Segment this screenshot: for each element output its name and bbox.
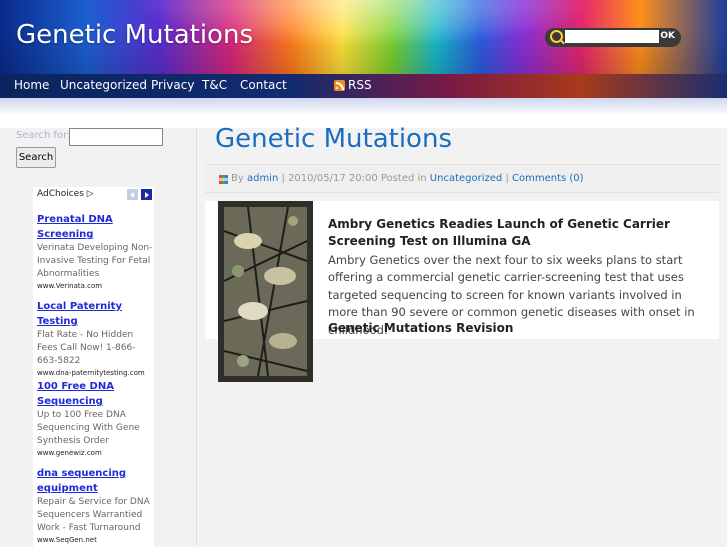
post-headline[interactable]: Ambry Genetics Readies Launch of Genetic…: [328, 216, 708, 250]
rss-icon[interactable]: [334, 80, 345, 91]
ad-unit: 100 Free DNA Sequencing Up to 100 Free D…: [37, 379, 153, 459]
ad-url[interactable]: www.genewiz.com: [37, 448, 153, 459]
meta-separator: |: [281, 173, 285, 184]
ad-title[interactable]: Local Paternity Testing: [37, 299, 153, 329]
ad-next-icon[interactable]: [141, 189, 152, 200]
sidebar-search-input[interactable]: [69, 128, 163, 146]
ad-url[interactable]: www.SeqGen.net: [37, 535, 153, 546]
meta-category-link[interactable]: Uncategorized: [430, 173, 502, 184]
nav-item-privacy[interactable]: Privacy: [151, 78, 194, 92]
nav-item-contact[interactable]: Contact: [240, 78, 287, 92]
ad-desc: Verinata Developing Non-Invasive Testing…: [37, 243, 153, 279]
ad-title[interactable]: dna sequencing equipment: [37, 466, 153, 496]
ad-block: AdChoices ▷ Prenatal DNA Screening Verin…: [33, 187, 154, 547]
nav-item-tc[interactable]: T&C: [202, 78, 227, 92]
category-grid-icon: [219, 175, 228, 184]
header-search: OK: [545, 28, 681, 47]
ad-unit: Local Paternity Testing Flat Rate - No H…: [37, 299, 153, 379]
ad-url[interactable]: www.dna-paternitytesting.com: [37, 368, 153, 379]
adchoices-label[interactable]: AdChoices ▷: [37, 189, 94, 199]
ad-url[interactable]: www.Verinata.com: [37, 281, 153, 292]
header-search-ok-button[interactable]: OK: [660, 31, 675, 41]
ad-unit: Prenatal DNA Screening Verinata Developi…: [37, 212, 153, 292]
post-title[interactable]: Genetic Mutations: [215, 124, 452, 154]
ad-title[interactable]: 100 Free DNA Sequencing: [37, 379, 153, 409]
meta-author-link[interactable]: admin: [247, 173, 278, 184]
post-meta: By admin | 2010/05/17 20:00 Posted in Un…: [205, 164, 719, 193]
meta-date: 2010/05/17 20:00: [288, 173, 378, 184]
meta-comments-link[interactable]: Comments (0): [512, 173, 584, 184]
sidebar-search-button[interactable]: Search: [16, 147, 56, 168]
ad-unit: dna sequencing equipment Repair & Servic…: [37, 466, 153, 546]
search-icon: [550, 30, 563, 43]
header-search-input[interactable]: [565, 30, 659, 43]
meta-posted-in: Posted in: [380, 173, 427, 184]
ad-desc: Flat Rate - No Hidden Fees Call Now! 1-8…: [37, 330, 136, 366]
site-header: Genetic Mutations OK: [0, 0, 727, 74]
post-revision-heading[interactable]: Genetic Mutations Revision: [328, 321, 513, 335]
main-nav: Home Uncategorized Privacy T&C Contact R…: [0, 74, 727, 98]
nav-item-home[interactable]: Home: [14, 78, 49, 92]
ad-desc: Repair & Service for DNA Sequencers Warr…: [37, 497, 150, 533]
ad-prev-icon[interactable]: [127, 189, 138, 200]
nav-item-rss[interactable]: RSS: [348, 78, 372, 92]
nav-item-uncategorized[interactable]: Uncategorized: [60, 78, 147, 92]
site-title[interactable]: Genetic Mutations: [16, 20, 253, 50]
ad-title[interactable]: Prenatal DNA Screening: [37, 212, 153, 242]
post-thumbnail[interactable]: [218, 201, 313, 382]
meta-separator: |: [505, 173, 509, 184]
meta-by-label: By: [231, 173, 244, 184]
ad-desc: Up to 100 Free DNA Sequencing With Gene …: [37, 410, 140, 446]
sidebar-search-label: Search for:: [16, 130, 71, 141]
